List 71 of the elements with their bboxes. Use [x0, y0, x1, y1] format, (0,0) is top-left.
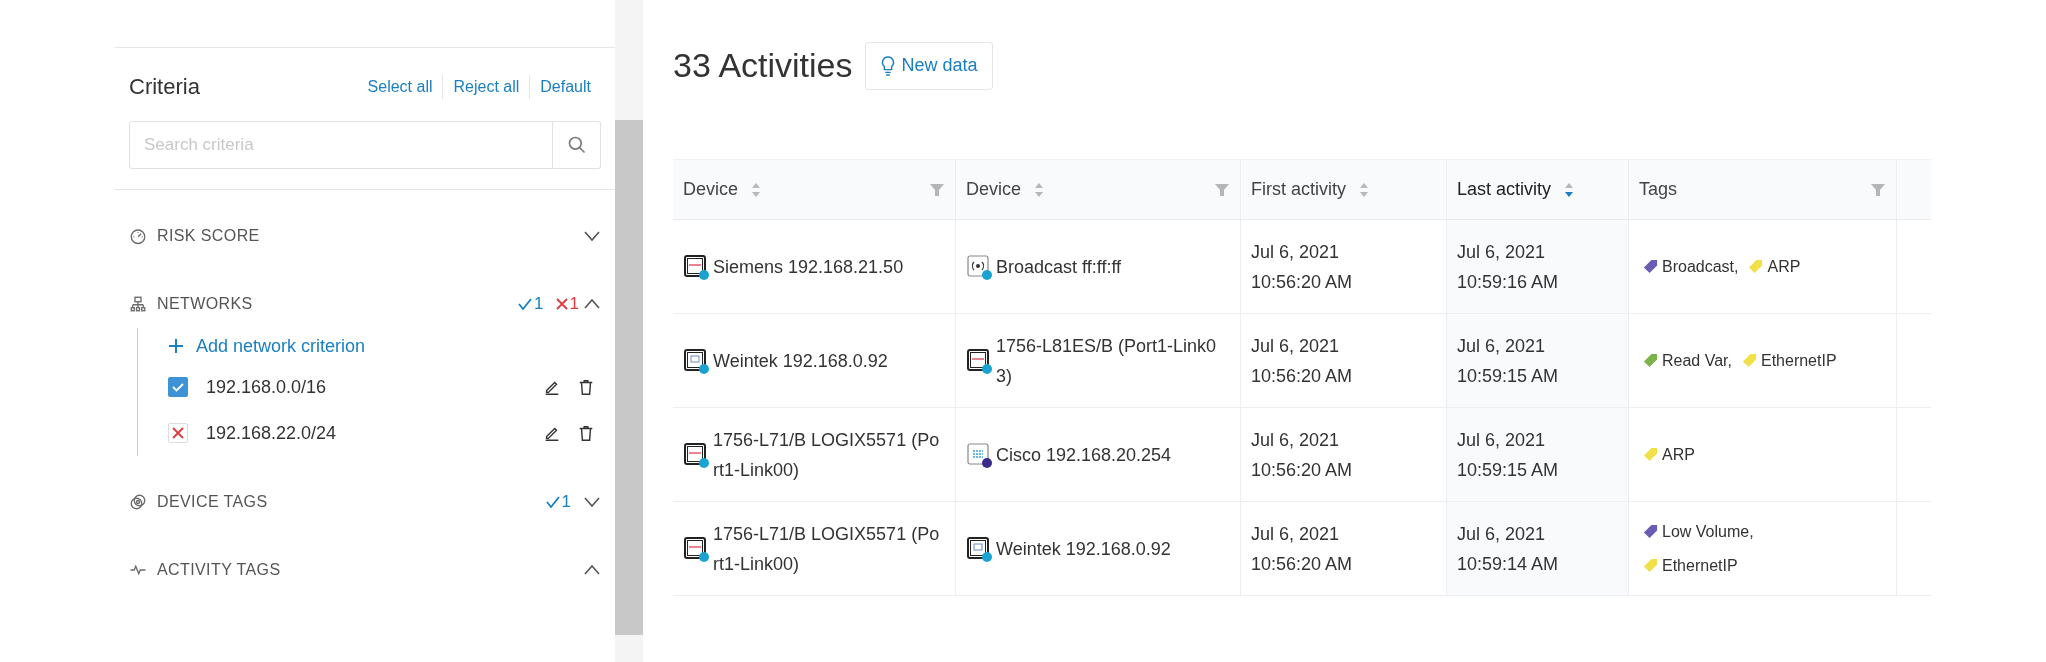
- tag-label: ARP: [1767, 256, 1801, 277]
- header-link[interactable]: Select all: [357, 74, 443, 99]
- cross-icon: [171, 426, 185, 440]
- trash-icon[interactable]: [577, 378, 595, 396]
- table-cell-text: Jul 6, 2021 10:56:20 AM: [1251, 522, 1353, 576]
- accepted-count: 1: [534, 293, 544, 316]
- device-icon: [683, 347, 707, 372]
- section-label[interactable]: NETWORKS: [157, 292, 253, 316]
- section-label[interactable]: RISK SCORE: [157, 224, 260, 248]
- rejected-count: 1: [569, 293, 579, 316]
- tags-icon: [129, 493, 147, 511]
- lightbulb-icon: [879, 55, 896, 76]
- checkbox[interactable]: [168, 377, 188, 397]
- section-label[interactable]: DEVICE TAGS: [157, 490, 268, 514]
- search-icon: [566, 135, 587, 155]
- table-cell-text: Jul 6, 2021 10:59:14 AM: [1457, 522, 1559, 576]
- accepted-count: 1: [561, 491, 571, 514]
- cross-icon: [555, 298, 568, 310]
- gauge-icon: [129, 227, 147, 245]
- trash-icon[interactable]: [577, 424, 595, 442]
- table-cell-text: Jul 6, 2021 10:59:15 AM: [1457, 334, 1559, 388]
- network-label: 192.168.22.0/24: [206, 421, 337, 445]
- device-icon: [683, 253, 707, 278]
- panel-title: Criteria: [129, 73, 200, 101]
- column-header[interactable]: Last activity: [1447, 160, 1629, 219]
- header-link[interactable]: Default: [529, 74, 601, 99]
- device-icon: [966, 535, 990, 560]
- table-cell[interactable]: 1756-L81ES/B (Port1-Link03): [996, 330, 1230, 391]
- device-icon: [683, 535, 707, 560]
- checkmark-icon: [518, 298, 533, 310]
- scrollbar-thumb[interactable]: [615, 120, 643, 635]
- search-button[interactable]: [553, 121, 601, 169]
- checkmark-icon: [171, 380, 185, 394]
- chevron-up-icon[interactable]: [583, 564, 601, 576]
- column-header[interactable]: Tags: [1629, 160, 1897, 219]
- network-label: 192.168.0.0/16: [206, 375, 327, 399]
- checkbox[interactable]: [168, 423, 188, 443]
- tag-label: EthernetIP: [1760, 350, 1837, 371]
- device-icon: [683, 441, 707, 466]
- tag-label: EthernetIP: [1662, 555, 1738, 576]
- table-cell[interactable]: Cisco 192.168.20.254: [996, 439, 1172, 470]
- table-cell[interactable]: 1756-L71/B LOGIX5571 (Port1-Link00): [713, 424, 945, 485]
- table-cell-text: Jul 6, 2021 10:59:15 AM: [1457, 428, 1559, 482]
- tag-label: Read Var,: [1662, 350, 1732, 371]
- table-cell-text: Jul 6, 2021 10:56:20 AM: [1251, 240, 1353, 294]
- add-criterion-button[interactable]: Add network criterion: [168, 328, 601, 364]
- column-header[interactable]: First activity: [1241, 160, 1447, 219]
- chevron-down-icon[interactable]: [583, 230, 601, 242]
- section-label[interactable]: ACTIVITY TAGS: [157, 558, 281, 582]
- device-icon: [966, 347, 990, 372]
- new-data-button[interactable]: New data: [864, 41, 993, 90]
- table-cell[interactable]: 1756-L71/B LOGIX5571 (Port1-Link00): [713, 518, 945, 579]
- tag-label: Low Volume,: [1662, 521, 1754, 542]
- chevron-up-icon[interactable]: [583, 298, 601, 310]
- table-cell[interactable]: Weintek 192.168.0.92: [996, 533, 1171, 564]
- plus-icon: [168, 338, 184, 354]
- page-title: 33 Activities: [673, 45, 853, 86]
- table-cell-text: Jul 6, 2021 10:59:16 AM: [1457, 240, 1559, 294]
- device-icon: [966, 441, 990, 466]
- header-link[interactable]: Reject all: [442, 74, 530, 99]
- chevron-down-icon[interactable]: [583, 496, 601, 508]
- device-icon: [966, 253, 990, 278]
- checkmark-icon: [545, 496, 560, 508]
- tag-label: Broadcast,: [1662, 256, 1739, 277]
- table-cell[interactable]: Siemens 192.168.21.50: [713, 251, 904, 282]
- table-cell[interactable]: Weintek 192.168.0.92: [713, 345, 888, 376]
- table-cell-text: Jul 6, 2021 10:56:20 AM: [1251, 334, 1353, 388]
- tag-label: ARP: [1662, 444, 1695, 465]
- table-cell[interactable]: Broadcast ff:ff:ff: [996, 251, 1122, 282]
- table-cell-text: Jul 6, 2021 10:56:20 AM: [1251, 428, 1353, 482]
- network-icon: [129, 295, 147, 313]
